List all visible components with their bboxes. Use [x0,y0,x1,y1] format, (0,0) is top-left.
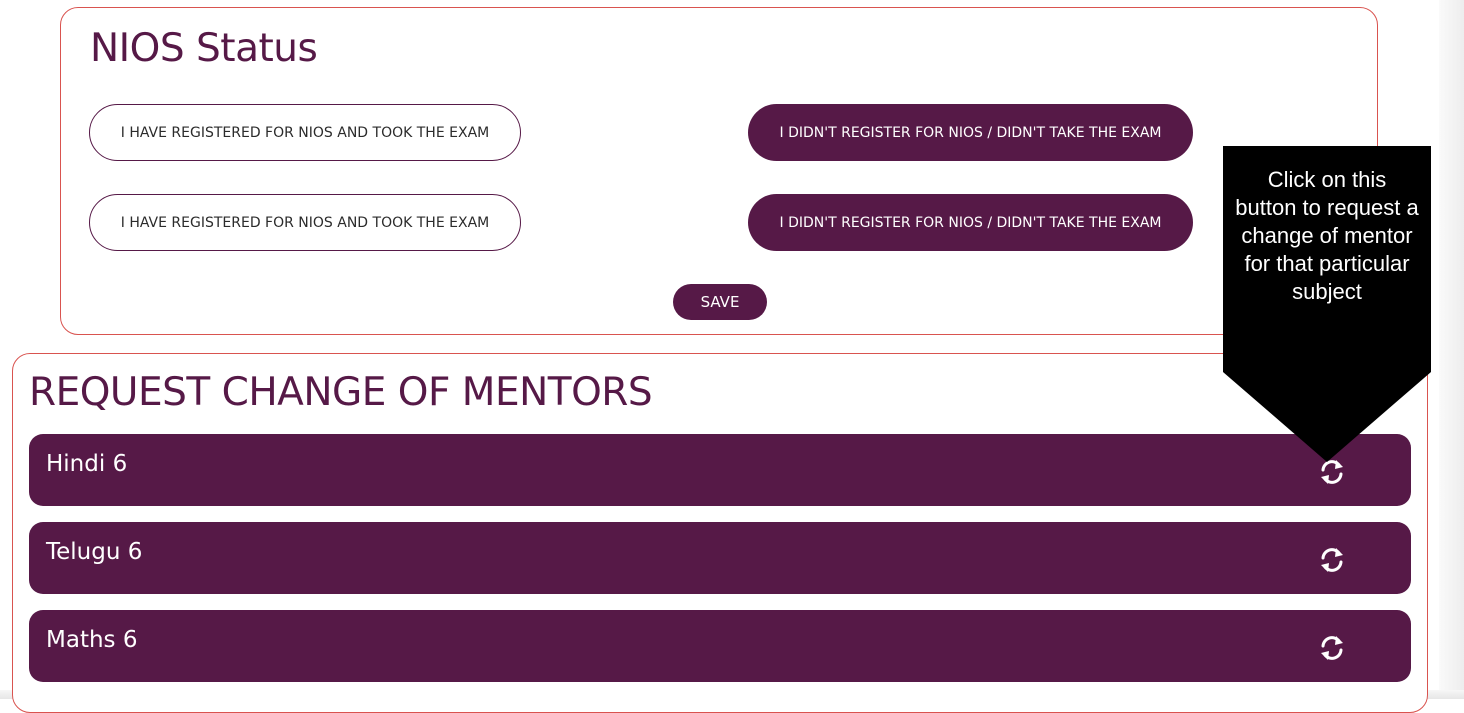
request-change-mentors-card: REQUEST CHANGE OF MENTORS Hindi 6 Telugu… [12,353,1428,713]
refresh-icon[interactable] [1315,543,1349,577]
nios-status-card: NIOS Status I HAVE REGISTERED FOR NIOS A… [60,7,1378,335]
refresh-icon[interactable] [1315,631,1349,665]
save-button[interactable]: SAVE [673,284,767,320]
subject-name: Maths 6 [46,627,138,653]
subject-row-telugu: Telugu 6 [29,522,1411,594]
subject-name: Telugu 6 [46,539,143,565]
registered-took-exam-button-2[interactable]: I HAVE REGISTERED FOR NIOS AND TOOK THE … [89,194,521,251]
tutorial-tooltip: Click on this button to request a change… [1223,146,1431,462]
subject-row-hindi: Hindi 6 [29,434,1411,506]
subject-name: Hindi 6 [46,451,128,477]
not-registered-button-2[interactable]: I DIDN'T REGISTER FOR NIOS / DIDN'T TAKE… [748,194,1193,251]
page-edge-shadow [1439,0,1464,699]
request-change-mentors-title: REQUEST CHANGE OF MENTORS [29,370,653,415]
not-registered-button-1[interactable]: I DIDN'T REGISTER FOR NIOS / DIDN'T TAKE… [748,104,1193,161]
nios-status-title: NIOS Status [90,26,318,71]
tooltip-arrow [1223,372,1431,462]
tooltip-text: Click on this button to request a change… [1235,167,1419,304]
registered-took-exam-button-1[interactable]: I HAVE REGISTERED FOR NIOS AND TOOK THE … [89,104,521,161]
tooltip-body: Click on this button to request a change… [1223,146,1431,372]
subject-row-maths: Maths 6 [29,610,1411,682]
